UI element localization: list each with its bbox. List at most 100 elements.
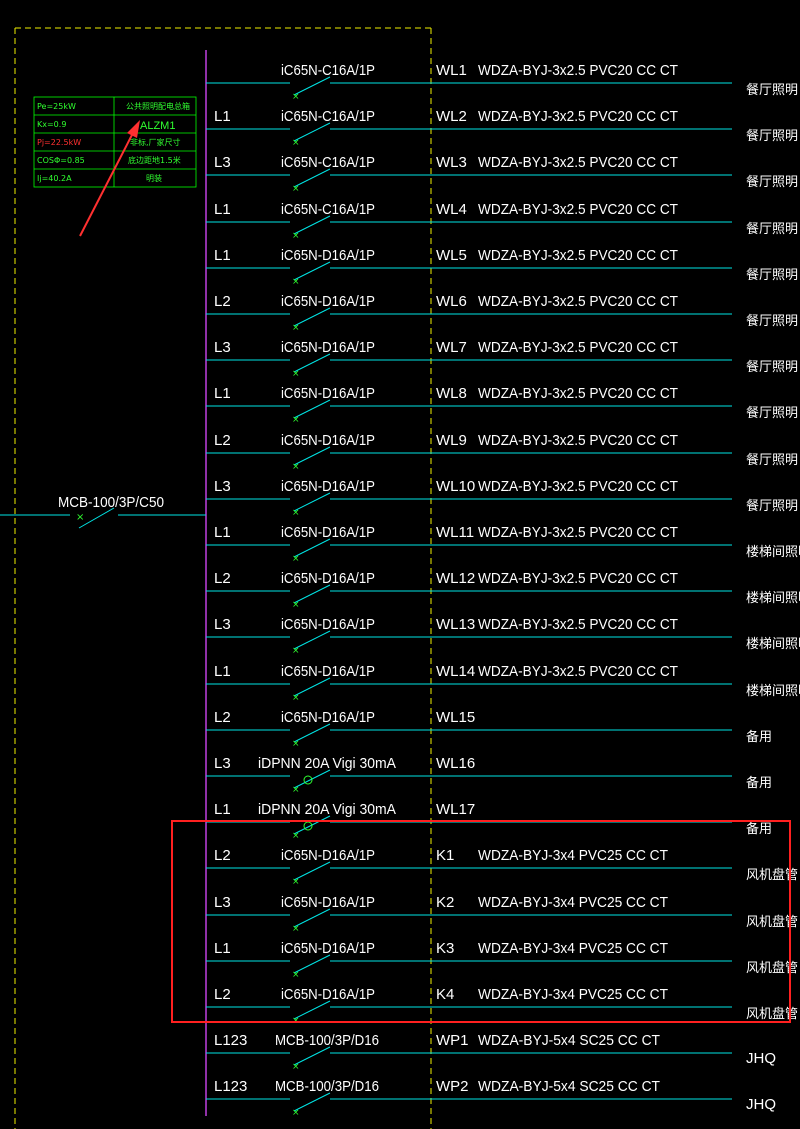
breaker-x-mark: × xyxy=(292,646,300,656)
load-label: 餐厅照明 xyxy=(746,128,798,144)
circuit-id: WL8 xyxy=(436,385,467,402)
load-label: 餐厅照明 xyxy=(746,82,798,98)
circuit-row: × L123 MCB-100/3P/D16 WP1 WDZA-BYJ-5x4 SC25 … xyxy=(206,1032,776,1072)
breaker-label: iC65N-D16A/1P xyxy=(281,478,375,495)
breaker-x-mark: × xyxy=(292,785,300,795)
breaker-label: iC65N-C16A/1P xyxy=(281,201,375,218)
circuit-id: WL14 xyxy=(436,663,475,680)
breaker-label: iC65N-D16A/1P xyxy=(281,293,375,310)
circuit-id: K3 xyxy=(436,940,454,957)
cable-spec: WDZA-BYJ-3x2.5 PVC20 CC CT xyxy=(478,201,678,218)
breaker-label: iC65N-D16A/1P xyxy=(281,339,375,356)
load-label: 餐厅照明 xyxy=(746,313,798,329)
breaker-label: iC65N-C16A/1P xyxy=(281,62,375,79)
cable-spec: WDZA-BYJ-3x2.5 PVC20 CC CT xyxy=(478,339,678,356)
circuit-id: WL10 xyxy=(436,478,475,495)
phase-label: L3 xyxy=(214,339,231,356)
breaker-label: iC65N-D16A/1P xyxy=(281,940,375,957)
info-size-note: 非标,厂家尺寸 xyxy=(130,137,181,147)
load-label: 餐厅照明 xyxy=(746,405,798,421)
breaker-label: MCB-100/3P/D16 xyxy=(275,1078,379,1095)
circuit-row: × L123 MCB-100/3P/D16 WP2 WDZA-BYJ-5x4 SC25 … xyxy=(206,1078,776,1118)
breaker-x-mark: × xyxy=(292,1108,300,1118)
circuit-row: × L3 iC65N-D16A/1P WL7 WDZA-BYJ-3x2.5 PVC20 … xyxy=(206,339,798,379)
breaker-label: iC65N-D16A/1P xyxy=(281,247,375,264)
circuit-row: × L2 iC65N-D16A/1P WL9 WDZA-BYJ-3x2.5 PVC20 … xyxy=(206,432,798,472)
load-label: 餐厅照明 xyxy=(746,221,798,237)
breaker-x-mark: × xyxy=(292,323,300,333)
phase-label: L1 xyxy=(214,663,231,680)
load-label: 餐厅照明 xyxy=(746,174,798,190)
cable-spec: WDZA-BYJ-5x4 SC25 CC CT xyxy=(478,1032,660,1049)
load-label: 餐厅照明 xyxy=(746,267,798,283)
breaker-x-mark: × xyxy=(292,554,300,564)
load-label: 餐厅照明 xyxy=(746,452,798,468)
circuit-row: × L3 iC65N-D16A/1P WL13 WDZA-BYJ-3x2.5 PVC20… xyxy=(206,616,800,656)
circuit-id: WL12 xyxy=(436,570,475,587)
load-label: 楼梯间照明 xyxy=(746,684,800,699)
breaker-x-mark: × xyxy=(292,369,300,379)
circuit-row: × L1 iC65N-D16A/1P K3 WDZA-BYJ-3x4 PVC25 CC … xyxy=(206,940,798,980)
circuit-id: WL17 xyxy=(436,801,475,818)
info-box-id: ALZM1 xyxy=(140,120,175,132)
circuit-id: K4 xyxy=(436,986,454,1003)
breaker-x-mark: × xyxy=(292,831,300,841)
cable-spec: WDZA-BYJ-3x2.5 PVC20 CC CT xyxy=(478,154,678,171)
cable-spec: WDZA-BYJ-3x4 PVC25 CC CT xyxy=(478,986,668,1003)
breaker-x-mark: × xyxy=(292,924,300,934)
breaker-label: iC65N-C16A/1P xyxy=(281,108,375,125)
load-label: 备用 xyxy=(746,821,772,837)
breaker-x-mark: × xyxy=(292,415,300,425)
cable-spec: WDZA-BYJ-3x2.5 PVC20 CC CT xyxy=(478,247,678,264)
breaker-label: iC65N-D16A/1P xyxy=(281,709,375,726)
load-label: 楼梯间照明 xyxy=(746,545,800,560)
load-label: 备用 xyxy=(746,775,772,791)
breaker-label: iC65N-D16A/1P xyxy=(281,616,375,633)
circuit-row: × L1 iC65N-D16A/1P WL14 WDZA-BYJ-3x2.5 PVC20… xyxy=(206,663,800,703)
breaker-label: iDPNN 20A Vigi 30mA xyxy=(258,801,396,818)
circuit-id: WP1 xyxy=(436,1032,469,1049)
circuit-rows: × iC65N-C16A/1P WL1 WDZA-BYJ-3x2.5 PVC20 CC… xyxy=(206,62,800,1118)
breaker-x-mark: × xyxy=(292,277,300,287)
main-breaker-x: × xyxy=(76,512,84,523)
load-label: 餐厅照明 xyxy=(746,498,798,514)
load-label: 楼梯间照明 xyxy=(746,637,800,652)
breaker-label: iC65N-D16A/1P xyxy=(281,894,375,911)
cable-spec: WDZA-BYJ-3x2.5 PVC20 CC CT xyxy=(478,108,678,125)
cable-spec: WDZA-BYJ-3x2.5 PVC20 CC CT xyxy=(478,478,678,495)
phase-label: L3 xyxy=(214,894,231,911)
circuit-row: × L3 iC65N-C16A/1P WL3 WDZA-BYJ-3x2.5 PVC20 … xyxy=(206,154,798,194)
phase-label: L3 xyxy=(214,755,231,772)
main-breaker-label: MCB-100/3P/C50 xyxy=(58,494,164,511)
load-label: JHQ xyxy=(746,1096,776,1113)
info-box-title: 公共照明配电总箱 xyxy=(126,101,190,111)
cable-spec: WDZA-BYJ-3x4 PVC25 CC CT xyxy=(478,847,668,864)
cable-spec: WDZA-BYJ-3x2.5 PVC20 CC CT xyxy=(478,385,678,402)
info-pj: Pj=22.5kW xyxy=(37,138,81,147)
breaker-x-mark: × xyxy=(292,184,300,194)
breaker-x-mark: × xyxy=(292,877,300,887)
breaker-label: iC65N-D16A/1P xyxy=(281,570,375,587)
load-label: 餐厅照明 xyxy=(746,359,798,375)
phase-label: L2 xyxy=(214,432,231,449)
breaker-label: MCB-100/3P/D16 xyxy=(275,1032,379,1049)
circuit-id: WL2 xyxy=(436,108,467,125)
cable-spec: WDZA-BYJ-3x2.5 PVC20 CC CT xyxy=(478,570,678,587)
circuit-id: WL9 xyxy=(436,432,467,449)
info-kx: Kx=0.9 xyxy=(37,120,66,129)
breaker-label: iC65N-D16A/1P xyxy=(281,432,375,449)
phase-label: L3 xyxy=(214,478,231,495)
load-label: 楼梯间照明 xyxy=(746,591,800,606)
phase-label: L2 xyxy=(214,293,231,310)
breaker-label: iC65N-D16A/1P xyxy=(281,385,375,402)
circuit-id: WL1 xyxy=(436,62,467,79)
circuit-id: WP2 xyxy=(436,1078,469,1095)
breaker-x-mark: × xyxy=(292,462,300,472)
circuit-id: WL6 xyxy=(436,293,467,310)
breaker-label: iC65N-C16A/1P xyxy=(281,154,375,171)
breaker-label: iC65N-D16A/1P xyxy=(281,663,375,680)
circuit-id: WL11 xyxy=(436,524,474,541)
circuit-id: K1 xyxy=(436,847,454,864)
circuit-id: K2 xyxy=(436,894,454,911)
annotation-arrow xyxy=(79,120,140,237)
